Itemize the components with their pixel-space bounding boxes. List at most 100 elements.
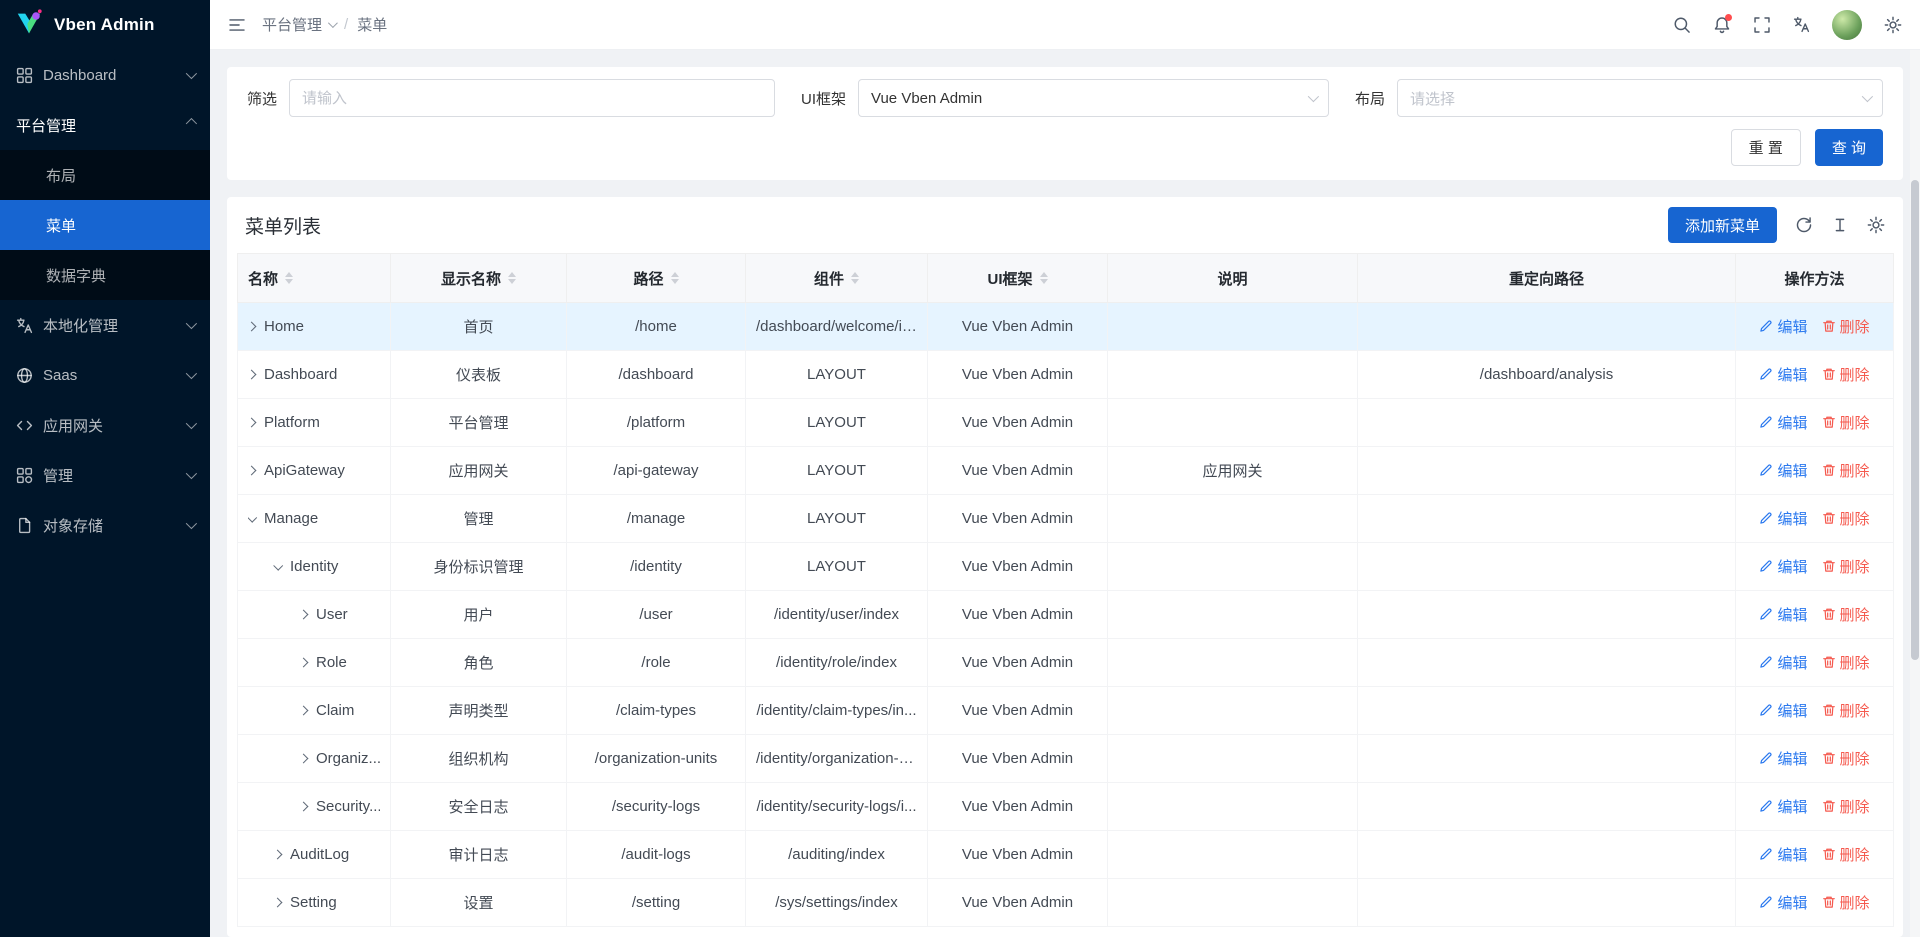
sidebar-subitem-menu[interactable]: 菜单 xyxy=(0,200,210,250)
sidebar-item-app-gateway[interactable]: 应用网关 xyxy=(0,400,210,450)
row-expand-icon[interactable] xyxy=(273,850,283,860)
sidebar-item-manage[interactable]: 管理 xyxy=(0,450,210,500)
delete-button[interactable]: 删除 xyxy=(1822,652,1870,673)
sidebar-subitem-dictionary[interactable]: 数据字典 xyxy=(0,250,210,300)
column-header-path[interactable]: 路径 xyxy=(567,254,746,303)
edit-button[interactable]: 编辑 xyxy=(1759,652,1807,673)
delete-button[interactable]: 删除 xyxy=(1822,364,1870,385)
edit-button[interactable]: 编辑 xyxy=(1759,316,1807,337)
row-expand-icon[interactable] xyxy=(299,658,309,668)
row-height-icon[interactable] xyxy=(1831,216,1849,234)
layout-select[interactable]: 请选择 xyxy=(1397,79,1883,117)
delete-button[interactable]: 删除 xyxy=(1822,556,1870,577)
sort-icons[interactable] xyxy=(285,272,293,284)
sidebar-subitem-layout[interactable]: 布局 xyxy=(0,150,210,200)
sidebar-item-platform[interactable]: 平台管理 xyxy=(0,100,210,150)
sort-icons[interactable] xyxy=(508,272,516,284)
delete-button[interactable]: 删除 xyxy=(1822,412,1870,433)
edit-button[interactable]: 编辑 xyxy=(1759,892,1807,913)
row-expand-icon[interactable] xyxy=(299,706,309,716)
delete-label: 删除 xyxy=(1840,556,1870,577)
page-scrollbar[interactable] xyxy=(1910,50,1920,937)
edit-button[interactable]: 编辑 xyxy=(1759,700,1807,721)
sidebar-item-dashboard[interactable]: Dashboard xyxy=(0,50,210,100)
row-collapse-icon[interactable] xyxy=(273,561,283,571)
fullscreen-icon[interactable] xyxy=(1753,16,1771,34)
table-row-claim[interactable]: Claim声明类型/claim-types/identity/claim-typ… xyxy=(238,687,1894,735)
sidebar-fold-icon[interactable] xyxy=(228,16,246,34)
delete-button[interactable]: 删除 xyxy=(1822,892,1870,913)
delete-button[interactable]: 删除 xyxy=(1822,796,1870,817)
delete-button[interactable]: 删除 xyxy=(1822,316,1870,337)
breadcrumb-item-platform[interactable]: 平台管理 xyxy=(262,14,335,35)
sort-icons[interactable] xyxy=(671,272,679,284)
table-row-apigateway[interactable]: ApiGateway应用网关/api-gatewayLAYOUTVue Vben… xyxy=(238,447,1894,495)
sort-icons[interactable] xyxy=(1040,272,1048,284)
notification-bell-icon[interactable] xyxy=(1713,16,1731,34)
edit-button[interactable]: 编辑 xyxy=(1759,604,1807,625)
framework-select[interactable]: Vue Vben Admin xyxy=(858,79,1329,117)
row-expand-icon[interactable] xyxy=(248,370,256,380)
table-row-manage[interactable]: Manage管理/manageLAYOUTVue Vben Admin编辑删除 xyxy=(238,495,1894,543)
sort-icons[interactable] xyxy=(851,272,859,284)
app-logo[interactable]: Vben Admin xyxy=(0,0,210,50)
row-expand-icon[interactable] xyxy=(248,466,256,476)
scrollbar-thumb[interactable] xyxy=(1911,180,1919,660)
delete-button[interactable]: 删除 xyxy=(1822,508,1870,529)
edit-button[interactable]: 编辑 xyxy=(1759,508,1807,529)
sidebar-item-saas[interactable]: Saas xyxy=(0,350,210,400)
row-expand-icon[interactable] xyxy=(299,610,309,620)
edit-button[interactable]: 编辑 xyxy=(1759,556,1807,577)
table-row-identity[interactable]: Identity身份标识管理/identityLAYOUTVue Vben Ad… xyxy=(238,543,1894,591)
delete-button[interactable]: 删除 xyxy=(1822,604,1870,625)
sidebar-item-object-storage[interactable]: 对象存储 xyxy=(0,500,210,550)
table-row-dashboard[interactable]: Dashboard仪表板/dashboardLAYOUTVue Vben Adm… xyxy=(238,351,1894,399)
row-expand-icon[interactable] xyxy=(248,322,256,332)
sidebar-item-localization[interactable]: 本地化管理 xyxy=(0,300,210,350)
row-expand-icon[interactable] xyxy=(273,898,283,908)
table-row-platform[interactable]: Platform平台管理/platformLAYOUTVue Vben Admi… xyxy=(238,399,1894,447)
search-icon[interactable] xyxy=(1673,16,1691,34)
table-row-role[interactable]: Role角色/role/identity/role/indexVue Vben … xyxy=(238,639,1894,687)
row-collapse-icon[interactable] xyxy=(248,513,257,523)
refresh-icon[interactable] xyxy=(1795,216,1813,234)
filter-framework-label: UI框架 xyxy=(801,88,846,109)
table-row-organiz[interactable]: Organiz...组织机构/organization-units/identi… xyxy=(238,735,1894,783)
delete-button[interactable]: 删除 xyxy=(1822,700,1870,721)
table-row-security[interactable]: Security...安全日志/security-logs/identity/s… xyxy=(238,783,1894,831)
reset-button[interactable]: 重 置 xyxy=(1731,129,1801,166)
row-expand-icon[interactable] xyxy=(299,802,309,812)
row-name: Home xyxy=(264,318,304,335)
language-icon[interactable] xyxy=(1793,16,1810,33)
search-button[interactable]: 查 询 xyxy=(1815,129,1883,166)
delete-button[interactable]: 删除 xyxy=(1822,844,1870,865)
table-row-setting[interactable]: Setting设置/setting/sys/settings/indexVue … xyxy=(238,879,1894,927)
delete-button[interactable]: 删除 xyxy=(1822,748,1870,769)
table-row-auditlog[interactable]: AuditLog审计日志/audit-logs/auditing/indexVu… xyxy=(238,831,1894,879)
column-header-component[interactable]: 组件 xyxy=(746,254,928,303)
user-avatar[interactable] xyxy=(1832,10,1862,40)
cell-name: AuditLog xyxy=(238,831,391,879)
edit-button[interactable]: 编辑 xyxy=(1759,748,1807,769)
cell-description: 应用网关 xyxy=(1108,447,1358,495)
column-header-display[interactable]: 显示名称 xyxy=(391,254,567,303)
filter-framework-field: UI框架 Vue Vben Admin xyxy=(801,79,1329,117)
row-expand-icon[interactable] xyxy=(248,418,256,428)
edit-button[interactable]: 编辑 xyxy=(1759,460,1807,481)
filter-keyword-input[interactable] xyxy=(289,79,775,117)
table-row-user[interactable]: User用户/user/identity/user/indexVue Vben … xyxy=(238,591,1894,639)
column-header-framework[interactable]: UI框架 xyxy=(928,254,1108,303)
delete-button[interactable]: 删除 xyxy=(1822,460,1870,481)
add-menu-button[interactable]: 添加新菜单 xyxy=(1668,207,1777,243)
edit-button[interactable]: 编辑 xyxy=(1759,412,1807,433)
column-settings-icon[interactable] xyxy=(1867,216,1885,234)
edit-button[interactable]: 编辑 xyxy=(1759,796,1807,817)
breadcrumb-item-menu: 菜单 xyxy=(357,14,387,35)
edit-button[interactable]: 编辑 xyxy=(1759,844,1807,865)
column-label: 路径 xyxy=(633,268,663,289)
edit-button[interactable]: 编辑 xyxy=(1759,364,1807,385)
table-row-home[interactable]: Home首页/home/dashboard/welcome/in...Vue V… xyxy=(238,303,1894,351)
column-header-name[interactable]: 名称 xyxy=(238,254,391,303)
row-expand-icon[interactable] xyxy=(299,754,309,764)
settings-gear-icon[interactable] xyxy=(1884,16,1902,34)
